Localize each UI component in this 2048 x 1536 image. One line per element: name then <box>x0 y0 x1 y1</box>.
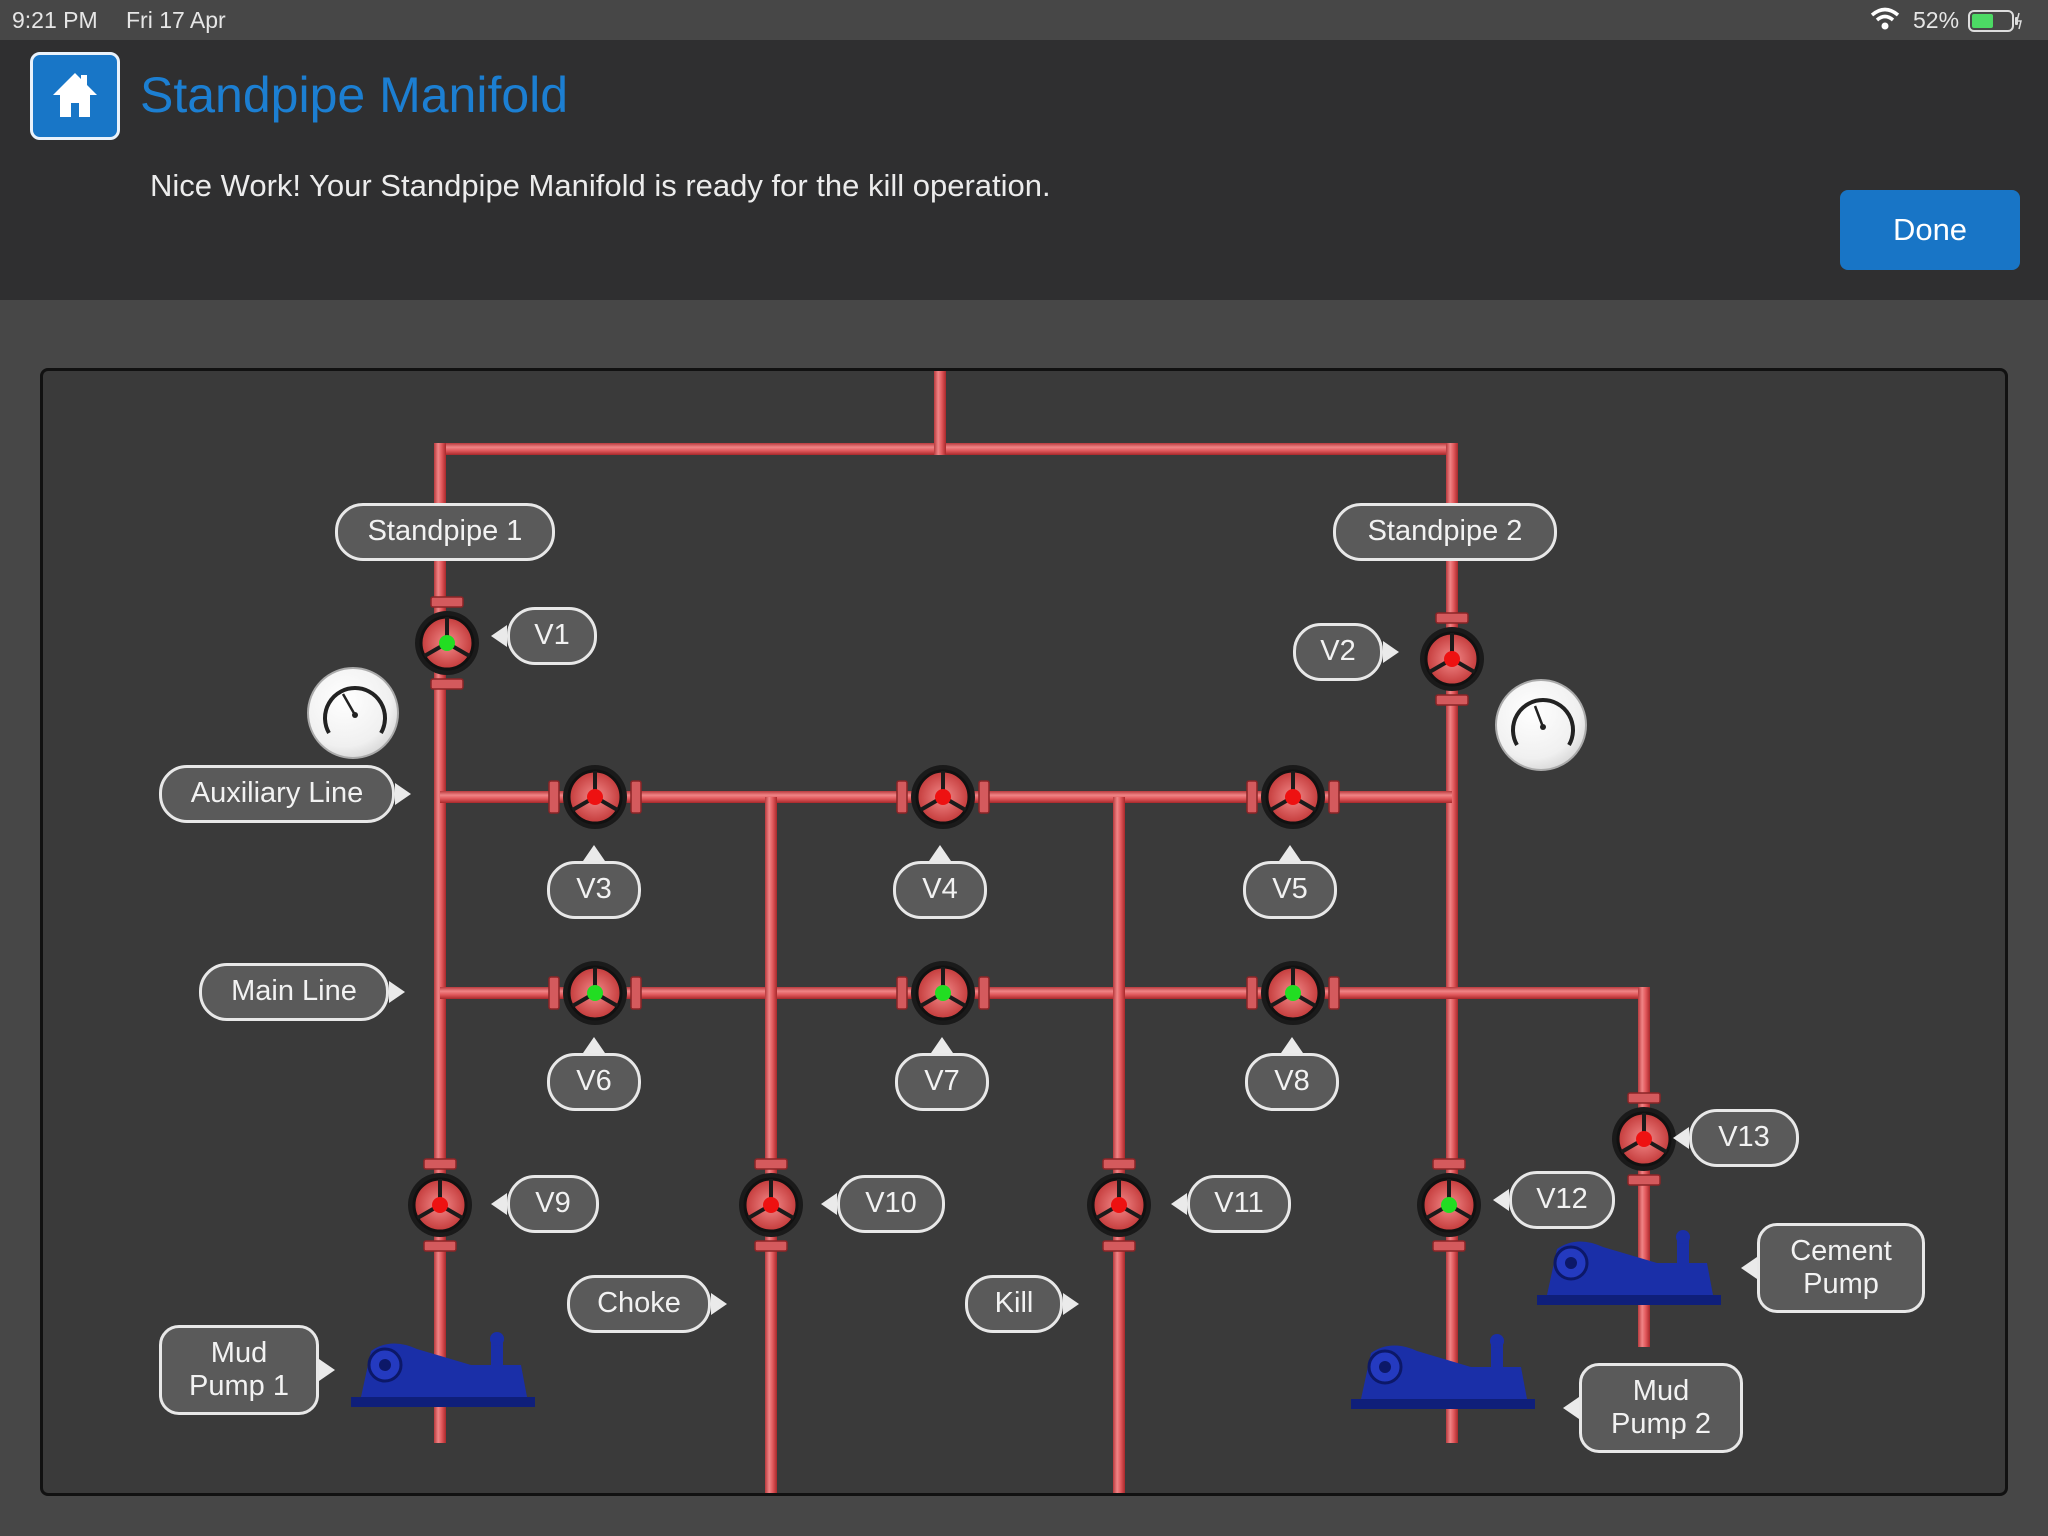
label-pointer <box>1383 641 1399 663</box>
status-bar: 9:21 PM Fri 17 Apr 52% <box>0 0 2048 40</box>
mud-pump1-label: Mud Pump 1 <box>159 1325 319 1415</box>
valve-status-indicator <box>439 635 455 651</box>
valve-status-indicator <box>1285 789 1301 805</box>
valve-v7[interactable] <box>911 961 975 1025</box>
valve-label-v9[interactable]: V9 <box>507 1175 599 1233</box>
home-button[interactable] <box>30 52 120 140</box>
valve-label-v12[interactable]: V12 <box>1509 1171 1615 1229</box>
valve-v4[interactable] <box>911 765 975 829</box>
kill-label: Kill <box>965 1275 1063 1333</box>
valve-label-v6[interactable]: V6 <box>547 1053 641 1111</box>
label-pointer <box>1063 1293 1079 1315</box>
valve-v5[interactable] <box>1261 765 1325 829</box>
auxiliary-line-label: Auxiliary Line <box>159 765 395 823</box>
label-pointer <box>583 1037 605 1053</box>
valve-label-v1[interactable]: V1 <box>507 607 597 665</box>
pressure-gauge-icon <box>307 667 399 759</box>
valve-label-v11[interactable]: V11 <box>1187 1175 1291 1233</box>
label-pointer <box>1741 1257 1757 1279</box>
home-icon <box>53 73 97 117</box>
manifold-diagram: Standpipe 1 Standpipe 2 Auxiliary Line M… <box>40 368 2008 1496</box>
valve-status-indicator <box>587 789 603 805</box>
valve-label-v7[interactable]: V7 <box>895 1053 989 1111</box>
valve-v10[interactable] <box>739 1173 803 1237</box>
header-bar: Standpipe Manifold Nice Work! Your Stand… <box>0 40 2048 300</box>
valve-v12[interactable] <box>1417 1173 1481 1237</box>
pump-icon <box>1537 1230 1721 1305</box>
cement-pump-label: Cement Pump <box>1757 1223 1925 1313</box>
battery-icon <box>1968 10 2022 32</box>
mud-pump2-label: Mud Pump 2 <box>1579 1363 1743 1453</box>
valve-v11[interactable] <box>1087 1173 1151 1237</box>
label-line: Pump 2 <box>1611 1408 1711 1440</box>
main-line-label: Main Line <box>199 963 389 1021</box>
status-message: Nice Work! Your Standpipe Manifold is re… <box>150 168 1051 203</box>
label-pointer <box>583 845 605 861</box>
label-pointer <box>491 625 507 647</box>
valve-v6[interactable] <box>563 961 627 1025</box>
label-pointer <box>395 783 411 805</box>
valve-v2[interactable] <box>1420 627 1484 691</box>
valve-v3[interactable] <box>563 765 627 829</box>
pump-icon <box>351 1332 535 1407</box>
pressure-gauge-icon <box>1495 679 1587 771</box>
valve-v13[interactable] <box>1612 1107 1676 1171</box>
label-pointer <box>929 845 951 861</box>
label-line: Pump 1 <box>189 1370 289 1402</box>
valve-label-v3[interactable]: V3 <box>547 861 641 919</box>
valve-status-indicator <box>587 985 603 1001</box>
page-title: Standpipe Manifold <box>140 67 569 123</box>
valve-status-indicator <box>432 1197 448 1213</box>
label-pointer <box>1279 845 1301 861</box>
battery-percent: 52% <box>1913 7 1960 33</box>
valve-status-indicator <box>763 1197 779 1213</box>
valve-label-v5[interactable]: V5 <box>1243 861 1337 919</box>
valve-v1[interactable] <box>415 611 479 675</box>
label-pointer <box>389 981 405 1003</box>
valve-status-indicator <box>1285 985 1301 1001</box>
valve-v9[interactable] <box>408 1173 472 1237</box>
label-pointer <box>1281 1037 1303 1053</box>
label-line: Pump <box>1803 1268 1879 1300</box>
label-pointer <box>1673 1127 1689 1149</box>
label-pointer <box>491 1193 507 1215</box>
valve-label-v2[interactable]: V2 <box>1293 623 1383 681</box>
standpipe1-label: Standpipe 1 <box>335 503 555 561</box>
label-pointer <box>931 1037 953 1053</box>
valve-label-v10[interactable]: V10 <box>837 1175 945 1233</box>
valve-status-indicator <box>1636 1131 1652 1147</box>
label-pointer <box>1171 1193 1187 1215</box>
done-button[interactable]: Done <box>1840 190 2020 270</box>
label-pointer <box>821 1193 837 1215</box>
pump-icon <box>1351 1334 1535 1409</box>
label-pointer <box>711 1293 727 1315</box>
label-pointer <box>1493 1189 1509 1211</box>
valve-label-v13[interactable]: V13 <box>1689 1109 1799 1167</box>
wifi-icon <box>1870 7 1900 30</box>
label-pointer <box>319 1359 335 1381</box>
label-pointer <box>1563 1397 1579 1419</box>
status-time: 9:21 PM <box>12 7 98 33</box>
valve-v8[interactable] <box>1261 961 1325 1025</box>
valve-status-indicator <box>1111 1197 1127 1213</box>
label-line: Mud <box>210 1336 268 1369</box>
valve-status-indicator <box>1441 1197 1457 1213</box>
label-line: Cement <box>1790 1234 1892 1267</box>
valve-status-indicator <box>935 789 951 805</box>
valve-label-v4[interactable]: V4 <box>893 861 987 919</box>
valve-status-indicator <box>935 985 951 1001</box>
valve-status-indicator <box>1444 651 1460 667</box>
valve-label-v8[interactable]: V8 <box>1245 1053 1339 1111</box>
label-line: Mud <box>1632 1374 1690 1407</box>
choke-label: Choke <box>567 1275 711 1333</box>
standpipe2-label: Standpipe 2 <box>1333 503 1557 561</box>
status-date: Fri 17 Apr <box>126 7 226 33</box>
